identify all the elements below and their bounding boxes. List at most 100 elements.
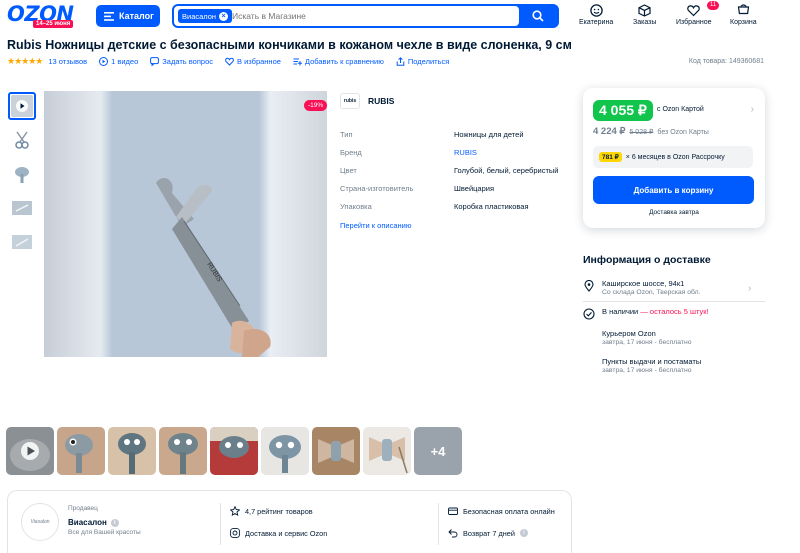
search-store-chip[interactable]: Виасалон ×	[178, 9, 233, 23]
strip-video-thumb[interactable]	[6, 427, 54, 475]
share-link[interactable]: Поделиться	[396, 57, 449, 66]
spec-key: Упаковка	[340, 201, 372, 211]
stock-status: В наличии — осталось 5 штук!	[583, 307, 709, 320]
nav-cart[interactable]: Корзина	[730, 4, 757, 26]
heart-icon	[687, 5, 701, 17]
add-to-cart-button[interactable]: Добавить в корзину	[593, 176, 754, 204]
nav-cart-label: Корзина	[730, 19, 757, 26]
search-input[interactable]	[232, 9, 512, 23]
brand-row[interactable]: rubis RUBIS	[340, 93, 394, 109]
stock-remaining: — осталось 5 штук!	[638, 307, 709, 316]
favorites-count-badge: 11	[707, 1, 720, 10]
logo-sale-dates: 14–25 июня	[33, 20, 74, 28]
divider	[220, 503, 221, 545]
strip-photo-thumb[interactable]	[57, 427, 105, 475]
secure-payment: Безопасная оплата онлайн	[448, 506, 555, 516]
location-pin-icon	[584, 280, 594, 292]
thumbnail-list	[8, 92, 36, 262]
rating-stars: ★★★★★	[7, 56, 43, 66]
ozon-service-icon	[230, 528, 240, 538]
courier-option: Курьером Ozon завтра, 17 июня - бесплатн…	[602, 329, 692, 346]
thumbnail-image[interactable]	[8, 126, 36, 154]
search-button[interactable]	[519, 6, 557, 26]
play-icon	[6, 427, 54, 475]
product-main-image[interactable]: RUBIS	[44, 91, 327, 357]
info-icon[interactable]: i	[519, 529, 528, 537]
product-box-icon	[12, 235, 32, 249]
spec-row: Упаковка Коробка пластиковая	[340, 197, 558, 215]
ask-question-label: Задать вопрос	[162, 57, 214, 66]
credit-card-icon	[448, 507, 458, 515]
strip-photo-thumb[interactable]	[312, 427, 360, 475]
spec-key: Тип	[340, 129, 353, 139]
chevron-right-icon[interactable]: ›	[748, 283, 751, 294]
installment-banner[interactable]: 781 ₽ × 6 месяцев в Ozon Рассрочку	[593, 146, 753, 168]
courier-sub: завтра, 17 июня - бесплатно	[602, 339, 692, 346]
reviews-label: 13 отзывов	[48, 57, 88, 66]
seller-avatar[interactable]: Viasalon	[21, 503, 59, 541]
nav-favorites[interactable]: Избранное 11	[676, 1, 720, 26]
elephant-case-icon	[15, 167, 29, 183]
pickup-option: Пункты выдачи и постаматы завтра, 17 июн…	[602, 357, 701, 374]
info-icon[interactable]: i	[110, 518, 119, 527]
old-price: 5 028 ₽	[629, 129, 654, 136]
strip-photo-thumb[interactable]	[159, 427, 207, 475]
video-link[interactable]: 1 видео	[99, 57, 138, 66]
play-icon	[99, 57, 109, 66]
thumbnail-image[interactable]	[8, 194, 36, 222]
courier-label: Курьером Ozon	[602, 329, 656, 338]
strip-photo-thumb[interactable]	[108, 427, 156, 475]
cart-icon	[737, 4, 750, 15]
spec-brand-link[interactable]: RUBIS	[454, 148, 477, 157]
thumbnail-image[interactable]	[8, 160, 36, 188]
seller-name-row[interactable]: Виасалон i	[68, 518, 119, 527]
reviews-link[interactable]: 13 отзывов	[48, 57, 87, 66]
go-to-description-link[interactable]: Перейти к описанию	[340, 221, 411, 230]
compare-icon	[293, 58, 302, 66]
check-circle-icon	[583, 308, 595, 320]
ozon-logo[interactable]: OZON 14–25 июня	[7, 2, 75, 28]
share-label: Поделиться	[407, 57, 450, 66]
compare-label: Добавить к сравнению	[304, 57, 384, 66]
product-sku: Код товара: 149360681	[688, 58, 764, 65]
product-box-icon	[12, 201, 32, 215]
nav-orders[interactable]: Заказы	[633, 4, 656, 26]
divider	[583, 301, 765, 302]
seller-service-text: Доставка и сервис Ozon	[245, 528, 328, 538]
chevron-right-icon[interactable]: ›	[751, 104, 754, 115]
add-to-favorites-label: В избранное	[237, 57, 281, 66]
elephant-photo	[363, 427, 411, 475]
seller-label: Продавец	[68, 505, 98, 512]
installment-amount: 781 ₽	[599, 152, 622, 162]
return-policy-text: Возврат 7 дней	[463, 528, 515, 538]
spec-key: Цвет	[340, 165, 357, 175]
strip-photo-thumb[interactable]	[261, 427, 309, 475]
add-to-favorites-link[interactable]: В избранное	[225, 57, 281, 66]
strip-photo-thumb[interactable]	[363, 427, 411, 475]
regular-price: 4 224 ₽	[593, 126, 626, 137]
delivery-address[interactable]: Каширское шоссе, 94к1 Со склада Ozon, Тв…	[583, 279, 700, 296]
thumbnail-video[interactable]	[8, 92, 36, 120]
pickup-label: Пункты выдачи и постаматы	[602, 357, 702, 366]
close-icon[interactable]: ×	[219, 11, 229, 21]
nav-orders-label: Заказы	[633, 19, 657, 26]
ask-question-link[interactable]: Задать вопрос	[150, 57, 213, 66]
menu-icon	[104, 11, 114, 21]
spec-row: Бренд RUBIS	[340, 143, 558, 161]
ozon-card-price[interactable]: 4 055 ₽	[593, 100, 653, 121]
strip-photo-thumb[interactable]	[210, 427, 258, 475]
spec-value: Коробка пластиковая	[454, 201, 529, 211]
heart-icon	[225, 57, 234, 66]
pickup-sub: завтра, 17 июня - бесплатно	[602, 367, 692, 374]
delivery-date: Доставка завтра	[649, 209, 699, 216]
installment-text: × 6 месяцев в Ozon Рассрочку	[625, 153, 725, 161]
strip-more-button[interactable]: +4	[414, 427, 462, 475]
nav-favorites-label: Избранное	[676, 19, 712, 26]
header: OZON 14–25 июня Каталог Виасалон × Екате…	[0, 0, 800, 33]
nav-profile[interactable]: Екатерина	[579, 4, 613, 26]
elephant-photo	[210, 427, 258, 475]
brand-name: RUBIS	[368, 96, 395, 106]
catalog-button[interactable]: Каталог	[96, 5, 160, 27]
thumbnail-image[interactable]	[8, 228, 36, 256]
compare-link[interactable]: Добавить к сравнению	[293, 57, 384, 66]
